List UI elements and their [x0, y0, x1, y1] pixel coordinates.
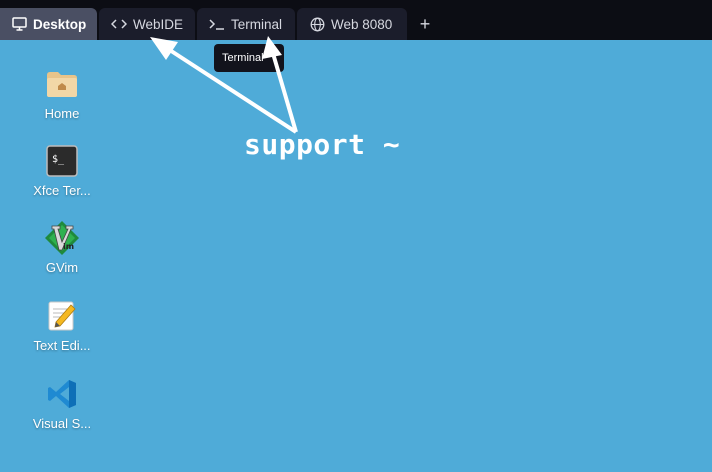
vscode-icon	[44, 376, 80, 412]
desktop-icon-label: Visual S...	[32, 416, 92, 431]
add-tab-button[interactable]: +	[409, 8, 441, 40]
monitor-icon	[12, 16, 27, 32]
terminal-app-icon: $_	[44, 143, 80, 179]
home-folder-icon	[44, 66, 80, 102]
tab-tooltip: Terminal	[214, 44, 284, 72]
tab-terminal-label: Terminal	[231, 16, 283, 32]
tab-desktop-label: Desktop	[33, 16, 87, 32]
desktop-icon-home[interactable]: Home	[22, 66, 102, 121]
desktop-icon-label: GVim	[45, 260, 79, 275]
annotation-arrows	[150, 36, 298, 134]
desktop-icon-xfce-terminal[interactable]: $_ Xfce Ter...	[22, 143, 102, 198]
desktop-icon-visual-studio-code[interactable]: Visual S...	[22, 376, 102, 431]
tab-desktop[interactable]: Desktop	[0, 8, 97, 40]
tab-terminal[interactable]: Terminal	[197, 8, 295, 40]
gvim-icon: im	[44, 220, 80, 256]
desktop-icon-label: Text Edi...	[33, 338, 91, 353]
code-icon	[111, 16, 127, 32]
tab-webide[interactable]: WebIDE	[99, 8, 195, 40]
desktop-icon-label: Xfce Ter...	[33, 183, 91, 198]
text-editor-icon	[44, 298, 80, 334]
tab-bar: Desktop WebIDE Terminal Web 8080 +	[0, 0, 712, 40]
annotation-text: support ~	[244, 128, 401, 161]
desktop-icon-gvim[interactable]: im GVim	[22, 220, 102, 275]
tab-webide-label: WebIDE	[133, 16, 184, 32]
terminal-prompt-icon	[209, 16, 225, 32]
globe-icon	[309, 16, 325, 32]
svg-text:$_: $_	[52, 154, 65, 165]
tab-web-label: Web 8080	[331, 16, 393, 32]
desktop-icon-label: Home	[44, 106, 80, 121]
svg-text:im: im	[63, 242, 74, 251]
tab-web-8080[interactable]: Web 8080	[297, 8, 407, 40]
desktop-icon-text-editor[interactable]: Text Edi...	[22, 298, 102, 353]
